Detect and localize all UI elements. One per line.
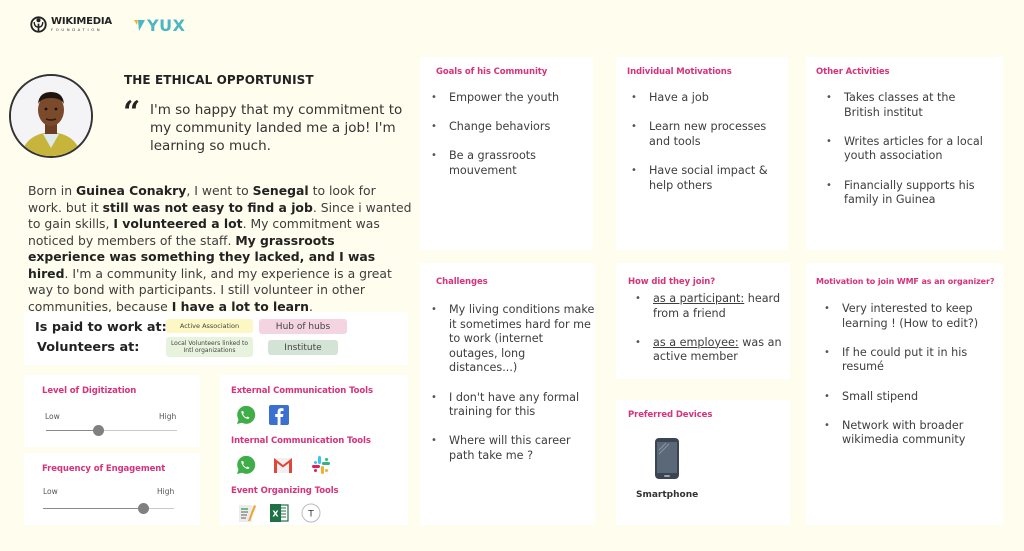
list-item: Takes classes at the British institut (826, 91, 986, 120)
tag-institute: Institute (268, 340, 338, 355)
wmf-motivation-list: Very interested to keep learning ! (How … (824, 302, 1002, 463)
tag-active-association: Active Association (166, 319, 253, 333)
list-item: Network with broader wikimedia community (824, 419, 1002, 448)
how-joined-card: How did they join? as a participant: hea… (616, 263, 790, 379)
slack-icon (312, 456, 330, 474)
whatsapp-icon (237, 405, 256, 424)
facebook-icon (269, 405, 289, 425)
yux-logo: YUX (134, 16, 185, 35)
list-item: as a participant: heard from a friend (635, 292, 785, 321)
list-item: My living conditions make it sometimes h… (431, 303, 595, 376)
motivations-title: Individual Motivations (627, 67, 732, 77)
list-item: Very interested to keep learning ! (How … (824, 302, 1002, 331)
list-item: I don't have any formal training for thi… (431, 391, 595, 420)
excel-icon: X (270, 504, 289, 522)
wikimedia-logo-subtext: FOUNDATION (51, 27, 103, 33)
list-item: Where will this career path take me ? (431, 434, 595, 463)
wikimedia-foundation-logo: WIKIMEDIA FOUNDATION (30, 16, 112, 33)
wikimedia-logo-text: WIKIMEDIA (51, 16, 112, 28)
persona-bio: Born in Guinea Conakry, I went to Senega… (28, 183, 412, 315)
motivations-list: Have a job Learn new processes and tools H… (631, 91, 786, 208)
goals-list: Empower the youth Change behaviors Be a gr… (431, 91, 591, 193)
work-panel: Is paid to work at: Volunteers at: Activ… (24, 312, 408, 365)
external-tools-title: External Communication Tools (231, 386, 373, 396)
goals-card: Goals of his Community Empower the youth… (420, 57, 593, 250)
persona-avatar (9, 74, 93, 158)
devices-title: Preferred Devices (628, 410, 713, 420)
goals-title: Goals of his Community (436, 67, 548, 77)
wmf-motivation-card: Motivation to join WMF as an organizer? … (806, 263, 1003, 525)
digitization-card: Level of Digitization Low High (24, 375, 200, 447)
bio-segment: still was not easy to find a job (102, 199, 313, 215)
other-activities-title: Other Activities (816, 67, 890, 77)
bio-segment: I volunteered a lot (113, 216, 243, 231)
device-label: Smartphone (636, 490, 699, 500)
challenges-title: Challenges (436, 277, 488, 287)
event-tools-row: X T (236, 502, 322, 524)
list-item: Financially supports his family in Guine… (826, 179, 986, 208)
engagement-high-label: High (157, 487, 175, 496)
digitization-high-label: High (159, 412, 177, 421)
engagement-slider-fill (43, 508, 144, 509)
challenges-list: My living conditions make it sometimes h… (431, 303, 595, 478)
digitization-low-label: Low (45, 412, 60, 421)
event-tools-title: Event Organizing Tools (231, 486, 339, 496)
quote-icon: “ (123, 95, 141, 130)
yux-logo-icon (134, 19, 145, 31)
gmail-icon (274, 458, 292, 473)
svg-text:T: T (307, 510, 314, 520)
list-item: Small stipend (824, 390, 1002, 405)
engagement-slider[interactable] (43, 503, 174, 514)
digitization-title: Level of Digitization (42, 386, 137, 396)
list-item: Have a job (631, 91, 786, 106)
list-item: Empower the youth (431, 91, 591, 106)
tools-card: External Communication Tools Internal Co… (220, 375, 408, 525)
list-item: Change behaviors (431, 120, 591, 135)
join-method-label: as a employee: (653, 335, 739, 349)
bio-segment: Born in (28, 183, 76, 198)
bio-segment: Senegal (252, 183, 309, 198)
challenges-card: Challenges My living conditions make it … (420, 263, 595, 525)
other-activities-card: Other Activities Takes classes at the Br… (806, 57, 1003, 250)
tag-hub-of-hubs: Hub of hubs (259, 319, 347, 334)
person-avatar-icon (11, 76, 91, 156)
how-joined-title: How did they join? (628, 277, 716, 287)
typeform-icon: T (301, 503, 321, 523)
list-item: Be a grassroots mouvement (431, 149, 591, 178)
persona-name: THE ETHICAL OPPORTUNIST (124, 73, 314, 87)
smartphone-icon (655, 438, 679, 479)
list-item: If he could put it in his resumé (824, 346, 1002, 375)
digitization-slider[interactable] (46, 425, 177, 436)
wmf-motivation-title: Motivation to join WMF as an organizer? (816, 277, 995, 286)
internal-tools-row (234, 454, 332, 476)
volunteer-label: Volunteers at: (37, 340, 140, 355)
tag-local-volunteers: Local Volunteers linked to Intl organiza… (166, 337, 253, 357)
svg-text:X: X (272, 510, 279, 519)
devices-card: Preferred Devices Smartphone (616, 400, 790, 525)
bio-segment: Guinea Conakry (75, 183, 187, 198)
external-tools-row (234, 404, 290, 426)
persona-quote: I'm so happy that my commitment to my co… (150, 102, 403, 154)
list-item: Learn new processes and tools (631, 120, 786, 149)
engagement-low-label: Low (43, 487, 58, 496)
motivations-card: Individual Motivations Have a job Learn n… (616, 57, 788, 250)
engagement-slider-thumb[interactable] (138, 503, 150, 514)
bio-segment: , I went to (186, 183, 253, 198)
how-joined-list: as a participant: heard from a friendas … (635, 292, 785, 380)
digitization-slider-thumb[interactable] (92, 425, 104, 436)
other-activities-list: Takes classes at the British institut Wri… (826, 91, 986, 222)
list-item: Have social impact & help others (631, 164, 786, 193)
join-method-label: as a participant: (653, 292, 745, 305)
yux-logo-text: YUX (147, 16, 186, 35)
engagement-title: Frequency of Engagement (42, 464, 166, 474)
notes-icon (239, 505, 256, 522)
digitization-slider-fill (46, 430, 99, 431)
list-item: as a employee: was an active member (635, 336, 785, 365)
list-item: Writes articles for a local youth associ… (826, 135, 986, 164)
internal-tools-title: Internal Communication Tools (231, 436, 371, 446)
wikimedia-logo-icon (30, 16, 47, 33)
whatsapp-icon (237, 455, 256, 474)
engagement-card: Frequency of Engagement Low High (24, 453, 200, 525)
paid-work-label: Is paid to work at: (35, 320, 167, 335)
